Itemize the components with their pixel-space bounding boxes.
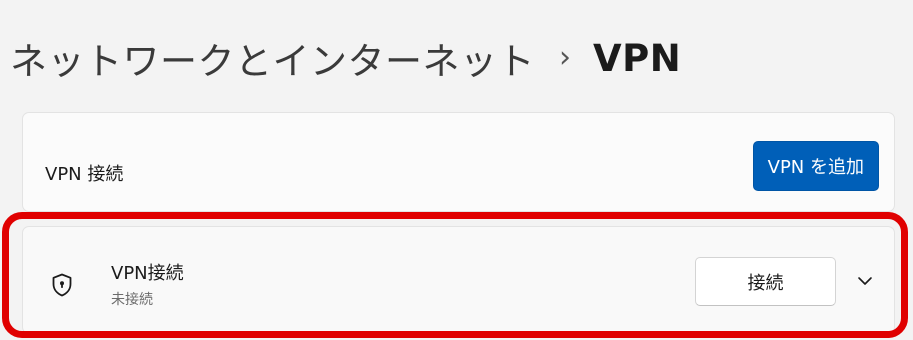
vpn-connection-name: VPN接続 [111,263,184,284]
shield-icon [49,272,75,298]
page-title: VPN [593,36,682,80]
vpn-connections-card: VPN 接続 VPN を追加 [22,112,895,212]
chevron-down-icon[interactable] [853,269,877,293]
vpn-connection-row[interactable]: VPN接続 未接続 接続 [22,226,895,334]
breadcrumb-separator: › [559,39,571,75]
add-vpn-button[interactable]: VPN を追加 [752,141,879,191]
breadcrumb: ネットワークとインターネット › VPN [10,26,681,90]
connect-button[interactable]: 接続 [695,257,836,306]
breadcrumb-parent-network-internet[interactable]: ネットワークとインターネット [10,31,535,85]
vpn-connection-status: 未接続 [111,292,153,308]
vpn-connections-label: VPN 接続 [45,164,124,185]
